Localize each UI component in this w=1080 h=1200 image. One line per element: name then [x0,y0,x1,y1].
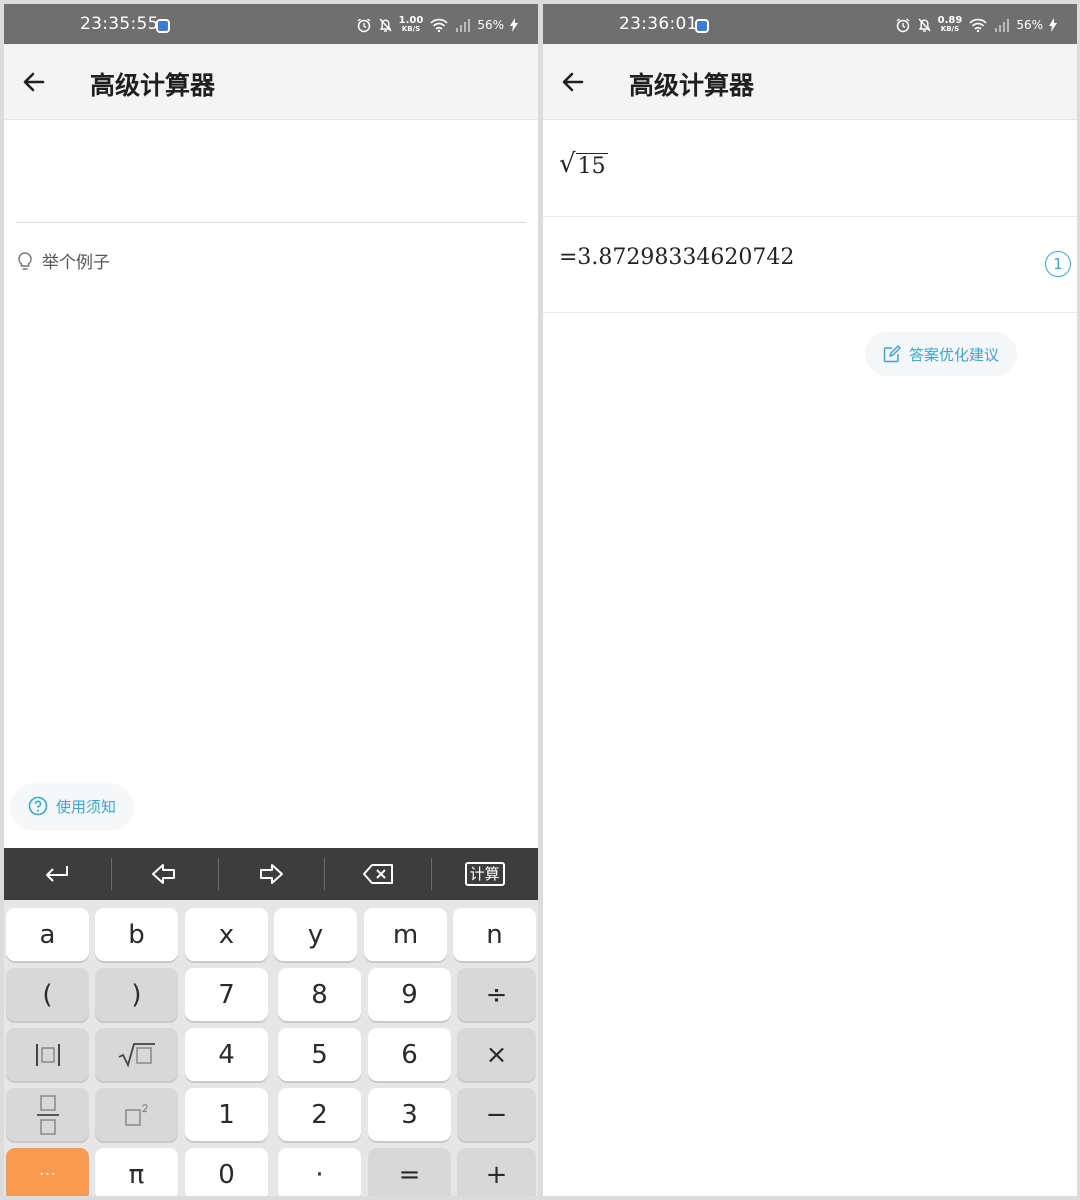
edit-icon [883,345,901,363]
page-title: 高级计算器 [90,71,216,100]
status-time: 23:35:55 [80,14,159,34]
cursor-left-icon [152,864,176,884]
backspace-icon [362,864,393,884]
key-5[interactable]: 5 [278,1028,361,1081]
bell-off-icon [379,18,392,32]
key-pi[interactable]: π [95,1148,178,1196]
expression-input[interactable] [16,121,526,223]
key-absolute[interactable] [6,1028,89,1081]
alarm-icon [357,18,371,33]
key-b[interactable]: b [95,908,178,961]
key-right-paren[interactable]: ) [95,968,178,1021]
status-time: 23:36:01 [619,14,698,34]
status-icons: 1.00 KB/S 56% [356,15,518,35]
example-label: 举个例子 [42,253,110,273]
calculate-button[interactable]: 计算 [431,848,538,900]
key-a[interactable]: a [6,908,89,961]
back-arrow-icon [23,72,45,92]
keyboard-toolbar: 计算 [4,848,538,900]
usage-notes-label: 使用须知 [56,797,117,816]
key-multiply[interactable]: × [457,1028,536,1081]
radicand: 15 [575,153,608,179]
cursor-left-button[interactable] [110,848,218,900]
net-speed-value: 0.89 [937,15,963,26]
notification-app-icon [156,19,170,33]
math-keyboard: a b x y m n ( ) 7 8 9 ÷ 4 5 6 × 1 2 3 − [4,900,538,1196]
sqrt-symbol: √ [559,149,576,179]
key-y[interactable]: y [274,908,357,961]
cursor-right-icon [259,864,283,884]
usage-notes-button[interactable]: 使用须知 [12,784,133,828]
back-button[interactable] [555,64,591,100]
sqrt-icon [118,1042,155,1067]
expression-display[interactable]: √ 15 [543,121,1077,217]
app-bar: 高级计算器 [4,44,538,120]
status-icons: 0.89 KB/S 56% [895,15,1057,35]
key-0[interactable]: 0 [185,1148,268,1196]
square-icon [124,1103,148,1126]
example-button[interactable]: 举个例子 [16,248,110,273]
key-9[interactable]: 9 [368,968,451,1021]
key-square[interactable] [95,1088,178,1141]
backspace-button[interactable] [324,848,431,900]
battery-level: 56% [477,18,504,32]
lightbulb-icon [18,251,32,270]
sqrt-expression: √ 15 [559,149,608,180]
help-icon [28,796,48,816]
key-more[interactable]: ··· [6,1148,89,1196]
cursor-right-button[interactable] [217,848,325,900]
enter-button[interactable] [4,848,111,900]
charging-icon [510,18,518,32]
key-7[interactable]: 7 [185,968,268,1021]
enter-icon [46,866,69,882]
page-title: 高级计算器 [629,71,755,100]
key-4[interactable]: 4 [185,1028,268,1081]
key-plus[interactable]: + [457,1148,536,1196]
key-6[interactable]: 6 [368,1028,451,1081]
key-minus[interactable]: − [457,1088,536,1141]
key-2[interactable]: 2 [278,1088,361,1141]
key-m[interactable]: m [364,908,447,961]
charging-icon [1049,18,1057,32]
bell-off-icon [918,18,931,32]
back-button[interactable] [16,64,52,100]
notification-app-icon [695,19,709,33]
key-n[interactable]: n [453,908,536,961]
right-screen: 23:36:01 0.89 KB/S 56% 高级计算器 √ 15 =3.8729… [543,4,1077,1196]
calculate-label: 计算 [464,862,505,886]
key-decimal[interactable]: · [278,1148,361,1196]
status-bar: 23:36:01 0.89 KB/S 56% [543,4,1077,44]
net-speed-unit: KB/S [401,25,421,33]
wifi-icon [969,18,987,33]
key-divide[interactable]: ÷ [457,968,536,1021]
battery-level: 56% [1016,18,1043,32]
net-speed: 0.89 KB/S [938,16,963,34]
net-speed-unit: KB/S [940,25,960,33]
answer-feedback-button[interactable]: 答案优化建议 [865,332,1018,376]
key-equals[interactable]: = [368,1148,451,1196]
net-speed: 1.00 KB/S [399,16,424,34]
key-left-paren[interactable]: ( [6,968,89,1021]
key-8[interactable]: 8 [278,968,361,1021]
key-x[interactable]: x [185,908,268,961]
answer-feedback-label: 答案优化建议 [909,345,1000,364]
alarm-icon [896,18,910,33]
status-bar: 23:35:55 1.00 KB/S 56% [4,4,538,44]
abs-icon [35,1043,60,1066]
key-1[interactable]: 1 [185,1088,268,1141]
key-3[interactable]: 3 [368,1088,451,1141]
back-arrow-icon [562,72,584,92]
result-row: =3.87298334620742 1 [543,217,1077,313]
app-bar: 高级计算器 [543,44,1077,120]
key-sqrt[interactable] [95,1028,178,1081]
signal-icon [456,19,471,32]
fraction-icon [36,1094,59,1135]
result-index-badge[interactable]: 1 [1045,251,1071,277]
signal-icon [995,19,1010,32]
wifi-icon [430,18,448,33]
net-speed-value: 1.00 [398,15,424,26]
key-fraction[interactable] [6,1088,89,1141]
result-value: =3.87298334620742 [559,245,795,270]
left-screen: 23:35:55 1.00 KB/S 56% 高级计算器 举个例子 使用须知 计… [4,4,538,1196]
